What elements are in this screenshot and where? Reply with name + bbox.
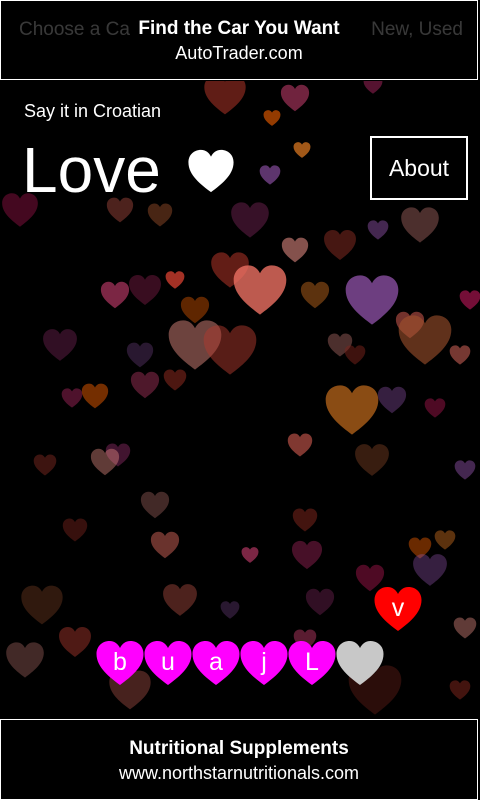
ad-title: Nutritional Supplements: [129, 738, 349, 759]
decorative-heart: [204, 81, 246, 115]
decorative-heart: [449, 680, 471, 700]
bottom-advertisement[interactable]: Nutritional Supplements www.northstarnut…: [0, 719, 478, 800]
decorative-heart: [62, 518, 88, 542]
decorative-heart: [454, 460, 476, 480]
decorative-heart: [424, 398, 446, 418]
page-subtitle: Say it in Croatian: [24, 101, 162, 121]
decorative-heart: [203, 325, 257, 375]
decorative-heart: [377, 386, 407, 414]
decorative-heart: [305, 588, 335, 616]
decorative-heart: [241, 547, 259, 563]
letter-tile[interactable]: L: [287, 638, 337, 688]
letter-tile[interactable]: b: [95, 638, 145, 688]
decorative-heart: [398, 315, 452, 365]
decorative-heart: [100, 281, 130, 309]
decorative-heart: [165, 271, 185, 289]
decorative-heart: [43, 329, 77, 361]
page-title: Love: [22, 134, 161, 206]
decorative-heart: [259, 165, 281, 185]
decorative-heart: [281, 237, 309, 263]
tile-letter: u: [161, 648, 175, 676]
decorative-heart: [293, 142, 311, 158]
decorative-heart: [324, 230, 356, 260]
tile-letter: L: [305, 648, 319, 676]
decorative-heart: [344, 345, 366, 365]
decorative-heart: [33, 454, 57, 476]
about-button[interactable]: About: [370, 136, 468, 200]
letter-tile[interactable]: j: [239, 638, 289, 688]
decorative-heart: [280, 84, 310, 112]
decorative-heart: [130, 371, 160, 399]
decorative-heart: [59, 627, 91, 657]
decorative-heart: [287, 433, 313, 457]
decorative-heart: [263, 110, 281, 126]
decorative-heart: [355, 444, 389, 476]
decorative-heart: [129, 275, 161, 305]
decorative-heart: [220, 601, 240, 619]
falling-letter: v: [391, 594, 405, 622]
decorative-heart: [150, 531, 180, 559]
ad-title: Find the Car You Want: [138, 18, 340, 39]
decorative-heart: [367, 220, 389, 240]
decorative-heart: [300, 281, 330, 309]
decorative-heart: [292, 508, 318, 532]
decorative-heart: [434, 530, 456, 550]
decorative-heart: [449, 345, 471, 365]
heart-icon: [188, 149, 234, 193]
tile-letter: b: [113, 648, 127, 676]
falling-letter-heart[interactable]: v: [373, 584, 423, 634]
decorative-heart: [140, 491, 170, 519]
tile-letter: a: [209, 648, 223, 676]
decorative-heart: [6, 642, 44, 678]
letter-tile[interactable]: u: [143, 638, 193, 688]
decorative-heart: [81, 383, 109, 409]
decorative-heart: [459, 290, 480, 310]
letter-tile[interactable]: a: [191, 638, 241, 688]
decorative-heart: [413, 554, 447, 586]
decorative-heart: [325, 385, 379, 435]
letter-tile[interactable]: [335, 638, 385, 688]
ad-url: www.northstarnutritionals.com: [118, 763, 360, 783]
decorative-heart: [163, 584, 197, 616]
top-advertisement[interactable]: Choose a Ca New, Used Find the Car You W…: [0, 0, 478, 80]
decorative-heart: [231, 202, 269, 238]
decorative-heart: [453, 617, 477, 639]
decorative-heart: [363, 81, 383, 94]
decorative-heart: [233, 265, 287, 315]
decorative-heart: [90, 448, 120, 476]
decorative-heart: [401, 207, 439, 243]
decorative-heart: [180, 296, 210, 324]
decorative-heart: [163, 369, 187, 391]
decorative-heart: [291, 540, 323, 570]
decorative-heart: [21, 585, 63, 625]
tile-letter: j: [261, 648, 267, 676]
decorative-heart: [126, 342, 154, 368]
ad-url: AutoTrader.com: [175, 43, 303, 63]
heart-icon: [336, 641, 384, 685]
decorative-heart: [61, 388, 83, 408]
decorative-heart: [345, 275, 399, 325]
